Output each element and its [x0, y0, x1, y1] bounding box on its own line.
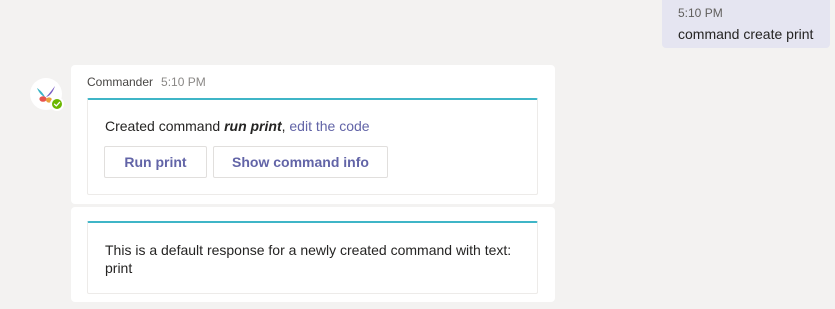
show-command-info-button[interactable]: Show command info	[213, 146, 388, 178]
incoming-message[interactable]: Commander 5:10 PM Created command run pri…	[71, 65, 555, 204]
outgoing-text: command create print	[678, 26, 814, 42]
edit-code-link[interactable]: edit the code	[289, 118, 369, 134]
adaptive-card-default-response: This is a default response for a newly c…	[87, 221, 538, 294]
message-timestamp: 5:10 PM	[161, 75, 206, 89]
presence-badge	[50, 97, 64, 111]
run-print-button[interactable]: Run print	[104, 146, 207, 178]
default-response-text: This is a default response for a newly c…	[105, 242, 512, 276]
card-text-prefix: Created command	[105, 118, 225, 134]
message-header: Commander 5:10 PM	[87, 74, 206, 90]
card-text: Created command run print, edit the code	[105, 117, 370, 135]
chat-pane: 5:10 PM command create print Commander 5:…	[0, 0, 835, 309]
sender-name[interactable]: Commander	[87, 75, 153, 89]
outgoing-timestamp: 5:10 PM	[678, 6, 723, 20]
incoming-message-continuation[interactable]: This is a default response for a newly c…	[71, 207, 555, 302]
bot-avatar[interactable]	[30, 78, 64, 111]
command-name: run print	[224, 118, 282, 134]
available-check-icon	[53, 101, 61, 107]
outgoing-message[interactable]: 5:10 PM command create print	[662, 0, 830, 48]
adaptive-card-command-created: Created command run print, edit the code…	[87, 98, 538, 195]
